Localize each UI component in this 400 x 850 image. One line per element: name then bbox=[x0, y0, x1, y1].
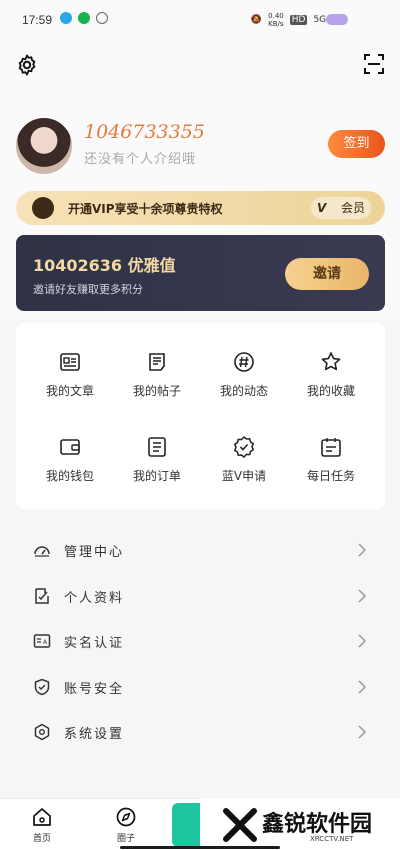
home-indicator bbox=[120, 846, 280, 849]
grid-item-blue-v[interactable]: 蓝V申请 bbox=[198, 408, 290, 483]
signin-button[interactable]: 签到 bbox=[328, 130, 385, 158]
grid-item-label: 我的帖子 bbox=[132, 384, 181, 398]
top-bar bbox=[0, 40, 400, 90]
grid-item-label: 我的文章 bbox=[45, 384, 94, 398]
settings-menu: 管理中心 个人资料 A 实名认证 账号安全 系统设置 bbox=[0, 527, 400, 755]
watermark: 鑫锐软件园 XRCCTV.NET bbox=[200, 798, 400, 850]
settings-icon bbox=[34, 723, 50, 741]
verified-badge-icon bbox=[233, 435, 255, 459]
compass-icon bbox=[116, 807, 136, 827]
menu-item-admin[interactable]: 管理中心 bbox=[0, 527, 400, 573]
wechat-icon bbox=[78, 12, 90, 24]
calendar-icon bbox=[321, 438, 341, 457]
menu-item-label: 账号安全 bbox=[64, 681, 125, 697]
grid-item-label: 每日任务 bbox=[306, 469, 355, 483]
points-value: 10402636 优雅值 bbox=[33, 256, 176, 275]
scan-icon[interactable] bbox=[363, 53, 385, 75]
grid-item-label: 我的订单 bbox=[132, 469, 181, 483]
grid-item-daily-tasks[interactable]: 每日任务 bbox=[285, 408, 377, 483]
order-icon bbox=[148, 437, 166, 457]
network-speed: 0.40 KB/s bbox=[268, 12, 284, 28]
vip-badge-prefix: V bbox=[317, 201, 327, 215]
network-type: 5G bbox=[313, 15, 327, 25]
menu-item-label: 管理中心 bbox=[64, 545, 125, 560]
status-time: 17:59 bbox=[22, 13, 53, 27]
nav-label: 首页 bbox=[32, 834, 51, 844]
grid-item-label: 我的收藏 bbox=[306, 384, 355, 398]
menu-item-label: 实名认证 bbox=[64, 636, 125, 651]
vip-banner[interactable]: 开通VIP享受十余项尊贵特权 V 会员 bbox=[16, 191, 385, 225]
menu-item-label: 系统设置 bbox=[64, 727, 125, 742]
settings-gear-icon[interactable] bbox=[15, 53, 39, 77]
publish-button[interactable] bbox=[172, 803, 202, 847]
menu-item-profile[interactable]: 个人资料 bbox=[0, 573, 400, 619]
chevron-right-icon bbox=[358, 543, 366, 557]
points-hint: 邀请好友赚取更多积分 bbox=[33, 283, 143, 296]
watermark-title: 鑫锐软件园 bbox=[262, 812, 373, 837]
grid-item-wallet[interactable]: 我的钱包 bbox=[24, 408, 116, 483]
avatar[interactable] bbox=[16, 118, 72, 174]
edit-profile-icon bbox=[35, 587, 49, 604]
vip-badge-text: 会员 bbox=[340, 201, 365, 215]
chevron-right-icon bbox=[358, 634, 366, 648]
article-icon bbox=[60, 353, 80, 371]
qq-icon bbox=[60, 12, 72, 24]
mute-icon: 🔕 bbox=[250, 15, 263, 25]
grid-item-orders[interactable]: 我的订单 bbox=[111, 408, 203, 483]
menu-item-system-settings[interactable]: 系统设置 bbox=[0, 709, 400, 755]
wallet-icon bbox=[60, 439, 80, 455]
home-icon bbox=[33, 808, 51, 826]
grid-item-posts[interactable]: 我的帖子 bbox=[111, 323, 203, 398]
menu-item-label: 个人资料 bbox=[64, 590, 125, 606]
points-card: 10402636 优雅值 邀请好友赚取更多积分 邀请 bbox=[16, 235, 385, 311]
grid-item-articles[interactable]: 我的文章 bbox=[24, 323, 116, 398]
app-icon bbox=[96, 12, 108, 24]
menu-item-security[interactable]: 账号安全 bbox=[0, 664, 400, 710]
grid-item-label: 蓝V申请 bbox=[221, 469, 267, 483]
menu-item-real-name[interactable]: A 实名认证 bbox=[0, 618, 400, 664]
vip-badge: V 会员 bbox=[311, 197, 371, 219]
vip-promo-text: 开通VIP享受十余项尊贵特权 bbox=[68, 202, 223, 216]
battery-icon bbox=[326, 14, 348, 25]
vip-crown-icon bbox=[32, 197, 54, 219]
chevron-right-icon bbox=[358, 588, 366, 603]
grid-item-favorites[interactable]: 我的收藏 bbox=[285, 323, 377, 398]
nav-home[interactable]: 首页 bbox=[22, 806, 62, 844]
grid-item-label: 我的动态 bbox=[219, 384, 268, 398]
status-bar: 17:59 🔕 0.40 KB/s HD 5G ◠ bbox=[0, 0, 400, 40]
invite-button[interactable]: 邀请 bbox=[285, 258, 369, 290]
watermark-logo-icon bbox=[223, 808, 257, 842]
bio-placeholder[interactable]: 还没有个人介绍哦 bbox=[84, 148, 196, 167]
id-card-icon: A bbox=[33, 634, 51, 648]
watermark-url: XRCCTV.NET bbox=[310, 835, 354, 843]
star-icon bbox=[321, 352, 341, 371]
chevron-right-icon bbox=[358, 725, 366, 739]
user-id: 1046733355 bbox=[84, 121, 205, 143]
hd-badge: HD bbox=[289, 15, 308, 25]
notification-icons bbox=[60, 12, 108, 24]
shield-icon bbox=[34, 678, 50, 695]
hashtag-icon bbox=[234, 352, 254, 372]
nav-label: 圈子 bbox=[116, 834, 135, 844]
grid-item-label: 我的钱包 bbox=[45, 469, 94, 483]
chevron-right-icon bbox=[358, 679, 366, 694]
post-icon bbox=[149, 353, 165, 371]
nav-circle[interactable]: 圈子 bbox=[106, 806, 146, 844]
svg-text:A: A bbox=[43, 639, 48, 646]
feature-grid: 我的文章 我的帖子 我的动态 我的收藏 我的钱包 我的订单 蓝V申请 每日任务 bbox=[16, 323, 385, 509]
grid-item-moments[interactable]: 我的动态 bbox=[198, 323, 290, 398]
dashboard-icon bbox=[34, 546, 50, 557]
